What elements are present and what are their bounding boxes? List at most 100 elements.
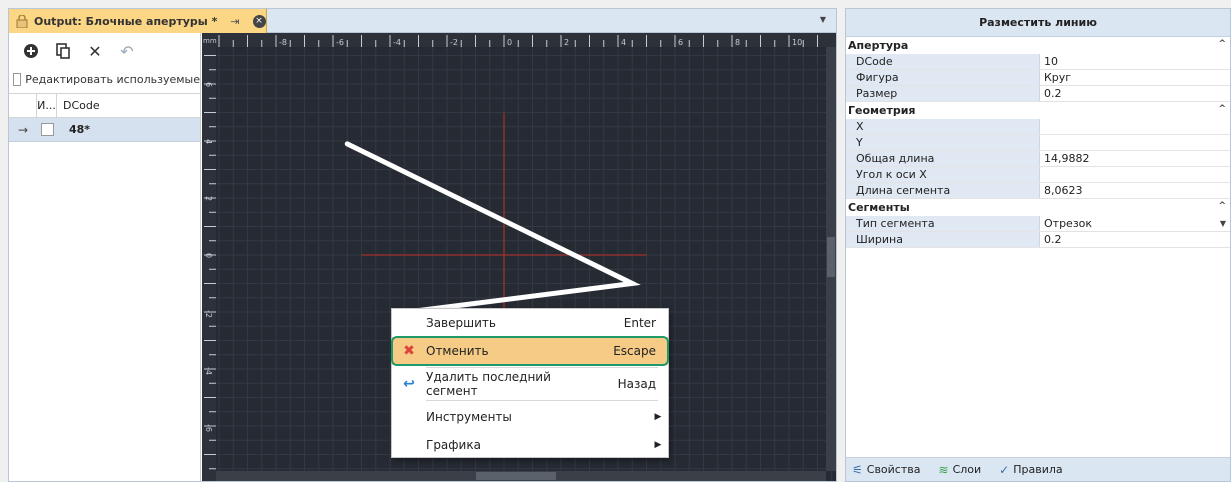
vertical-scroll-thumb[interactable] bbox=[827, 237, 835, 277]
property-name: Длина сегмента bbox=[846, 183, 1040, 198]
collapse-icon[interactable]: ^ bbox=[1218, 39, 1226, 49]
property-name: DCode bbox=[846, 54, 1040, 69]
menu-item-tools[interactable]: Инструменты ▶ bbox=[392, 403, 668, 431]
property-name: Ширина bbox=[846, 232, 1040, 247]
vertical-scrollbar[interactable] bbox=[826, 47, 836, 471]
tab-properties[interactable]: ⚟ Свойства bbox=[852, 463, 921, 477]
menu-separator bbox=[426, 400, 658, 401]
row-checkbox-cell[interactable] bbox=[37, 118, 57, 141]
property-row[interactable]: Угол к оси X bbox=[846, 167, 1230, 183]
edit-used-label: Редактировать используемые bbox=[25, 72, 200, 86]
y-tick-label: 4 bbox=[204, 139, 213, 144]
property-name: Общая длина bbox=[846, 151, 1040, 166]
tab-layers[interactable]: ≋ Слои bbox=[939, 463, 982, 477]
y-tick-label: 0 bbox=[204, 253, 213, 258]
category-aperture[interactable]: Апертура ^ bbox=[846, 37, 1230, 54]
category-segments[interactable]: Сегменты ^ bbox=[846, 199, 1230, 216]
ruler-unit-label: mm bbox=[203, 37, 217, 45]
edit-used-row[interactable]: Редактировать используемые bbox=[9, 69, 200, 89]
table-row[interactable]: → 48* bbox=[9, 118, 200, 142]
context-menu: Завершить Enter ✖ Отменить Escape ↩ Удал… bbox=[391, 308, 669, 458]
menu-item-shortcut: Escape bbox=[613, 344, 656, 358]
property-row[interactable]: Длина сегмента 8,0623 bbox=[846, 183, 1230, 199]
property-value[interactable]: 8,0623 bbox=[1040, 183, 1230, 198]
properties-bottom-tabs: ⚟ Свойства ≋ Слои ✓ Правила bbox=[846, 457, 1230, 481]
property-name: Тип сегмента bbox=[846, 216, 1040, 231]
property-row[interactable]: Фигура Круг bbox=[846, 70, 1230, 86]
menu-item-shortcut: Назад bbox=[617, 377, 656, 391]
add-aperture-button[interactable] bbox=[15, 37, 47, 65]
property-value[interactable]: 14,9882 bbox=[1040, 151, 1230, 166]
tab-list-dropdown-icon[interactable]: ▼ bbox=[820, 15, 826, 24]
sliders-icon: ⚟ bbox=[852, 462, 863, 477]
menu-item-label: Инструменты bbox=[426, 410, 512, 424]
x-tick-label: -2 bbox=[450, 38, 458, 47]
tab-label: Свойства bbox=[866, 463, 921, 476]
copy-aperture-button[interactable] bbox=[47, 37, 79, 65]
column-header-dcode[interactable]: DCode bbox=[57, 94, 200, 117]
row-pointer-icon: → bbox=[17, 122, 29, 137]
delete-aperture-button[interactable]: ✕ bbox=[79, 37, 111, 65]
property-value[interactable]: Круг bbox=[1040, 70, 1230, 85]
aperture-panel: ✕ ↶ Редактировать используемые И... DCod… bbox=[9, 33, 201, 481]
property-row[interactable]: DCode 10 bbox=[846, 54, 1230, 70]
aperture-grid-header: И... DCode bbox=[9, 94, 200, 118]
copy-icon bbox=[56, 43, 70, 59]
layers-icon: ≋ bbox=[938, 462, 949, 477]
menu-item-label: Завершить bbox=[426, 316, 496, 330]
edit-used-checkbox[interactable] bbox=[13, 72, 22, 86]
y-tick-label: 6 bbox=[204, 82, 213, 87]
property-value[interactable] bbox=[1040, 167, 1230, 182]
x-tick-label: 8 bbox=[735, 38, 740, 47]
property-row[interactable]: Общая длина 14,9882 bbox=[846, 151, 1230, 167]
document-tab-title: Output: Блочные апертуры * bbox=[34, 14, 218, 28]
menu-item-shortcut: Enter bbox=[623, 316, 656, 330]
menu-item-delete-last-segment[interactable]: ↩ Удалить последний сегмент Назад bbox=[392, 370, 668, 398]
property-row[interactable]: Размер 0.2 bbox=[846, 86, 1230, 102]
property-value[interactable]: Отрезок ▼ bbox=[1040, 216, 1230, 231]
document-tab[interactable]: Output: Блочные апертуры * ⇥ × bbox=[9, 9, 267, 33]
property-value[interactable]: 0.2 bbox=[1040, 86, 1230, 101]
menu-item-label: Удалить последний сегмент bbox=[426, 370, 551, 398]
property-value[interactable]: 0.2 bbox=[1040, 232, 1230, 247]
horizontal-scroll-thumb[interactable] bbox=[476, 472, 556, 480]
menu-separator bbox=[426, 367, 658, 368]
property-value[interactable] bbox=[1040, 135, 1230, 150]
collapse-icon[interactable]: ^ bbox=[1218, 104, 1226, 114]
horizontal-scrollbar[interactable] bbox=[216, 471, 826, 481]
dropdown-icon[interactable]: ▼ bbox=[1220, 219, 1226, 228]
menu-item-graphics[interactable]: Графика ▶ bbox=[392, 431, 668, 459]
submenu-arrow-icon: ▶ bbox=[654, 412, 662, 422]
y-tick-label: 2 bbox=[204, 196, 213, 201]
pin-icon[interactable]: ⇥ bbox=[230, 15, 239, 28]
column-header-use[interactable]: И... bbox=[37, 94, 57, 117]
add-icon bbox=[24, 44, 38, 58]
menu-item-label: Отменить bbox=[426, 344, 489, 358]
property-row[interactable]: Тип сегмента Отрезок ▼ bbox=[846, 216, 1230, 232]
menu-item-label: Графика bbox=[426, 438, 481, 452]
y-tick-label: -6 bbox=[204, 424, 213, 432]
property-row[interactable]: Y bbox=[846, 135, 1230, 151]
category-label: Сегменты bbox=[848, 201, 910, 214]
property-row[interactable]: X bbox=[846, 119, 1230, 135]
tab-label: Правила bbox=[1013, 463, 1063, 476]
y-tick-label: -2 bbox=[204, 310, 213, 318]
property-value[interactable] bbox=[1040, 119, 1230, 134]
dcode-cell[interactable]: 48* bbox=[57, 118, 200, 141]
tab-rules[interactable]: ✓ Правила bbox=[999, 463, 1062, 477]
properties-panel: Разместить линию Апертура ^ DCode 10 Фигу… bbox=[845, 8, 1231, 482]
x-tick-label: 2 bbox=[564, 38, 569, 47]
property-name: Y bbox=[846, 135, 1040, 150]
menu-item-finish[interactable]: Завершить Enter bbox=[392, 309, 668, 337]
x-tick-label: -4 bbox=[393, 38, 401, 47]
property-row[interactable]: Ширина 0.2 bbox=[846, 232, 1230, 248]
property-name: X bbox=[846, 119, 1040, 134]
category-geometry[interactable]: Геометрия ^ bbox=[846, 102, 1230, 119]
close-tab-icon[interactable]: × bbox=[252, 14, 266, 28]
row-checkbox[interactable] bbox=[40, 123, 54, 136]
collapse-icon[interactable]: ^ bbox=[1218, 201, 1226, 211]
menu-item-cancel[interactable]: ✖ Отменить Escape bbox=[391, 336, 669, 366]
segment-type-value: Отрезок bbox=[1044, 217, 1093, 230]
property-value[interactable]: 10 bbox=[1040, 54, 1230, 69]
undo-button[interactable]: ↶ bbox=[111, 37, 143, 65]
